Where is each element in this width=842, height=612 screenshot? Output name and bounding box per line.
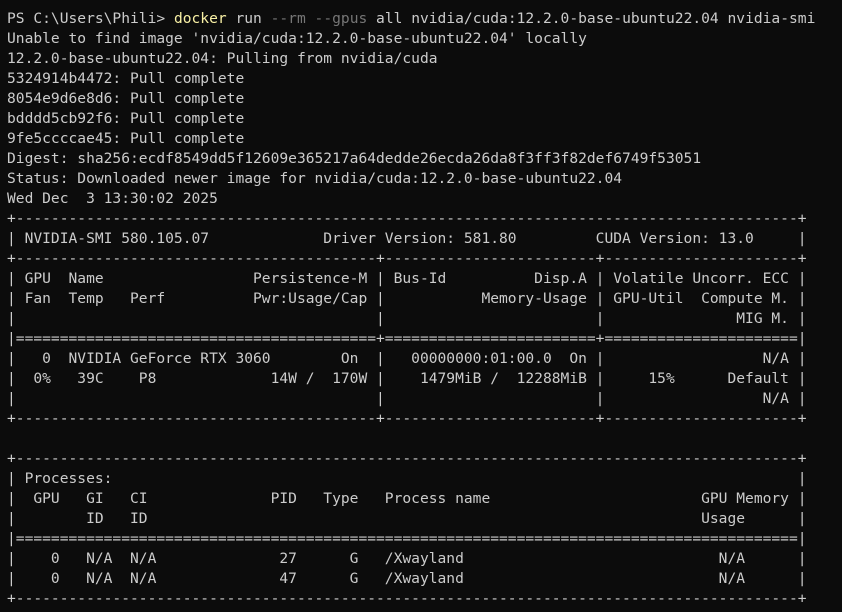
output-line: bdddd5cb92f6: Pull complete	[7, 110, 245, 127]
output-line: 5324914b4472: Pull complete	[7, 70, 245, 87]
command-line: PS C:\Users\Phili> docker run --rm --gpu…	[7, 9, 842, 29]
output-line: 9fe5ccccae45: Pull complete	[7, 130, 245, 147]
output-line: | GPU Name Persistence-M | Bus-Id Disp.A…	[7, 270, 807, 287]
output-line: Digest: sha256:ecdf8549dd5f12609e365217a…	[7, 150, 702, 167]
output-line: | 0 N/A N/A 47 G /Xwayland N/A |	[7, 570, 807, 587]
terminal-window[interactable]: PS C:\Users\Phili> docker run --rm --gpu…	[0, 0, 842, 612]
output-line: +---------------------------------------…	[7, 410, 807, 427]
output-line: |=======================================…	[7, 530, 807, 547]
command-flag-rm: --rm	[270, 10, 306, 27]
prompt-text: PS C:\Users\Phili>	[7, 10, 174, 27]
output-line: +---------------------------------------…	[7, 250, 807, 267]
output-line: | 0 N/A N/A 27 G /Xwayland N/A |	[7, 550, 807, 567]
command-arg: run	[226, 10, 271, 27]
output-line: | | | N/A |	[7, 390, 807, 407]
command-flag-gpus: --gpus	[314, 10, 368, 27]
command-space	[306, 10, 315, 27]
command-args-rest: all nvidia/cuda:12.2.0-base-ubuntu22.04 …	[367, 10, 816, 27]
output-line: +---------------------------------------…	[7, 210, 807, 227]
output-line: | GPU GI CI PID Type Process name GPU Me…	[7, 490, 807, 507]
output-line: | 0 NVIDIA GeForce RTX 3060 On | 0000000…	[7, 350, 807, 367]
output-line: Status: Downloaded newer image for nvidi…	[7, 170, 623, 187]
output-line: +---------------------------------------…	[7, 590, 807, 607]
terminal-output: Unable to find image 'nvidia/cuda:12.2.0…	[7, 29, 842, 609]
command-name: docker	[173, 10, 227, 27]
output-line: | 0% 39C P8 14W / 170W | 1479MiB / 12288…	[7, 370, 807, 387]
output-line: |=======================================…	[7, 330, 807, 347]
output-line: 12.2.0-base-ubuntu22.04: Pulling from nv…	[7, 50, 438, 67]
output-line: Wed Dec 3 13:30:02 2025	[7, 190, 218, 207]
output-line: 8054e9d6e8d6: Pull complete	[7, 90, 245, 107]
output-line: | NVIDIA-SMI 580.105.07 Driver Version: …	[7, 230, 807, 247]
output-line: | Fan Temp Perf Pwr:Usage/Cap | Memory-U…	[7, 290, 807, 307]
output-line: | | | MIG M. |	[7, 310, 807, 327]
output-line: | ID ID Usage |	[7, 510, 807, 527]
output-line: | Processes: |	[7, 470, 807, 487]
output-line: Unable to find image 'nvidia/cuda:12.2.0…	[7, 30, 587, 47]
output-line: +---------------------------------------…	[7, 450, 807, 467]
